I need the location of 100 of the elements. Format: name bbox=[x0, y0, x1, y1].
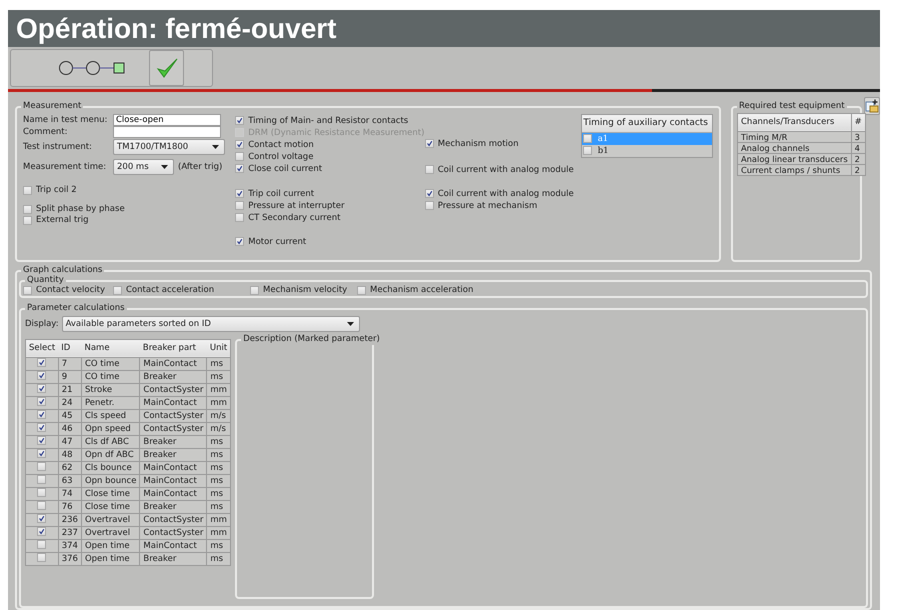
table-cell: ms bbox=[206, 370, 231, 384]
table-cell: 2 bbox=[851, 153, 866, 164]
table-cell: ContactSyster bbox=[140, 513, 207, 526]
checkbox[interactable] bbox=[235, 164, 244, 174]
checkbox-label: Contact acceleration bbox=[126, 285, 214, 296]
field-label: Measurement time: bbox=[23, 162, 108, 172]
checkbox-label: Contact motion bbox=[248, 140, 314, 150]
window-title: Opération: fermé-ouvert bbox=[16, 12, 336, 45]
checkbox[interactable] bbox=[113, 286, 122, 295]
table-cell: Close time bbox=[81, 500, 140, 514]
table-cell: Breaker bbox=[140, 552, 207, 566]
checkbox-label: Split phase by phase bbox=[36, 204, 125, 214]
table-cell: 236 bbox=[58, 513, 82, 526]
checkbox[interactable] bbox=[23, 216, 32, 225]
table-cell: 76 bbox=[58, 500, 82, 514]
checkbox[interactable] bbox=[424, 189, 434, 198]
table-cell: Timing M/R bbox=[738, 131, 852, 142]
checkbox[interactable] bbox=[424, 165, 434, 174]
checkbox-label: Trip coil 2 bbox=[36, 185, 77, 196]
column-header: Channels/Transducers bbox=[738, 113, 852, 132]
checkbox-label: Timing of Main- and Resistor contacts bbox=[248, 116, 408, 126]
checkbox[interactable] bbox=[23, 186, 32, 195]
table-cell: Overtravel bbox=[81, 526, 140, 540]
table-cell: 376 bbox=[58, 552, 82, 566]
dropdown[interactable]: Available parameters sorted on ID bbox=[62, 316, 360, 332]
table-cell: 74 bbox=[58, 487, 82, 500]
field-label: Display: bbox=[25, 318, 59, 329]
table-cell: Open time bbox=[81, 552, 140, 566]
table-cell: ms bbox=[206, 539, 231, 552]
table-cell: Opn df ABC bbox=[81, 448, 140, 462]
column-header: Select bbox=[26, 339, 58, 358]
table-cell: 24 bbox=[58, 396, 82, 410]
group-label: Required test equipment bbox=[737, 100, 847, 112]
checkbox-label: CT Secondary current bbox=[248, 212, 340, 223]
table-cell: ms bbox=[206, 435, 231, 448]
table-cell: 45 bbox=[58, 409, 82, 422]
checkbox[interactable] bbox=[357, 286, 366, 295]
checkbox[interactable] bbox=[235, 201, 244, 210]
confirm-button[interactable] bbox=[149, 50, 184, 86]
table-cell: ms bbox=[206, 552, 231, 566]
checkbox-label: External trig bbox=[36, 215, 89, 226]
checkbox[interactable] bbox=[235, 213, 244, 222]
table-cell: MainContact bbox=[140, 487, 207, 500]
table-cell: 374 bbox=[58, 539, 82, 552]
add-equipment-button[interactable] bbox=[864, 96, 880, 115]
table-cell: ms bbox=[206, 357, 231, 370]
table-cell: Overtravel bbox=[81, 513, 140, 526]
table-cell: 21 bbox=[58, 383, 82, 396]
table-cell: CO time bbox=[81, 357, 140, 370]
table-cell: Breaker bbox=[140, 448, 207, 462]
checkbox-label: Coil current with analog module bbox=[438, 188, 574, 199]
checkbox-label: Mechanism acceleration bbox=[370, 285, 474, 296]
input-field[interactable]: Close-open bbox=[113, 114, 221, 126]
checkbox[interactable] bbox=[235, 189, 244, 198]
checkbox-label: Pressure at mechanism bbox=[438, 200, 538, 211]
table-cell: ms bbox=[206, 448, 231, 462]
dropdown[interactable]: TM1700/TM1800 bbox=[113, 139, 225, 156]
checkbox-label: Mechanism velocity bbox=[263, 285, 348, 296]
group-label: Quantity bbox=[25, 274, 66, 286]
checkbox[interactable] bbox=[235, 140, 244, 150]
checkbox[interactable] bbox=[23, 204, 32, 214]
checkbox-label: Coil current with analog module bbox=[438, 164, 574, 175]
checkbox[interactable] bbox=[424, 139, 434, 148]
table-cell: Breaker bbox=[140, 435, 207, 448]
table-cell: Penetr. bbox=[81, 396, 140, 410]
table-cell: Close time bbox=[81, 487, 140, 500]
table-cell: Analog linear transducers bbox=[738, 153, 852, 164]
column-header: # bbox=[851, 113, 866, 132]
checkbox[interactable] bbox=[250, 286, 259, 295]
table-cell: 62 bbox=[58, 461, 82, 474]
table-cell: ContactSyster bbox=[140, 409, 207, 422]
list-item[interactable]: b1 bbox=[582, 144, 712, 157]
column-header: Unit bbox=[206, 339, 231, 358]
table-cell: MainContact bbox=[140, 539, 207, 552]
table-cell: m/s bbox=[206, 409, 231, 422]
table-cell: Current clamps / shunts bbox=[738, 164, 852, 176]
checkbox[interactable] bbox=[235, 152, 244, 162]
table-cell: Opn bounce bbox=[81, 474, 140, 488]
checkbox[interactable] bbox=[235, 116, 244, 126]
table-cell: Cls bounce bbox=[81, 461, 140, 474]
table-cell: m/s bbox=[206, 422, 231, 436]
table-cell: ms bbox=[206, 461, 231, 474]
table-cell: ms bbox=[206, 474, 231, 488]
checkbox-label: Motor current bbox=[248, 236, 306, 247]
checkbox[interactable] bbox=[582, 134, 592, 144]
checkbox[interactable] bbox=[23, 286, 32, 295]
table-cell: 48 bbox=[58, 448, 82, 462]
checkbox-label: Close coil current bbox=[248, 164, 322, 174]
column-header: Timing of auxiliary contacts bbox=[582, 114, 712, 133]
table-cell: Stroke bbox=[81, 383, 140, 396]
checkbox[interactable] bbox=[235, 237, 244, 246]
table-cell: MainContact bbox=[140, 396, 207, 410]
table-cell: CO time bbox=[81, 370, 140, 384]
table-cell: mm bbox=[206, 526, 231, 540]
checkbox[interactable] bbox=[424, 201, 434, 210]
dropdown[interactable]: 200 ms bbox=[113, 158, 174, 175]
input-field[interactable] bbox=[113, 126, 221, 138]
caret-icon bbox=[161, 164, 168, 169]
table-cell: MainContact bbox=[140, 357, 207, 370]
checkbox[interactable] bbox=[582, 146, 592, 156]
